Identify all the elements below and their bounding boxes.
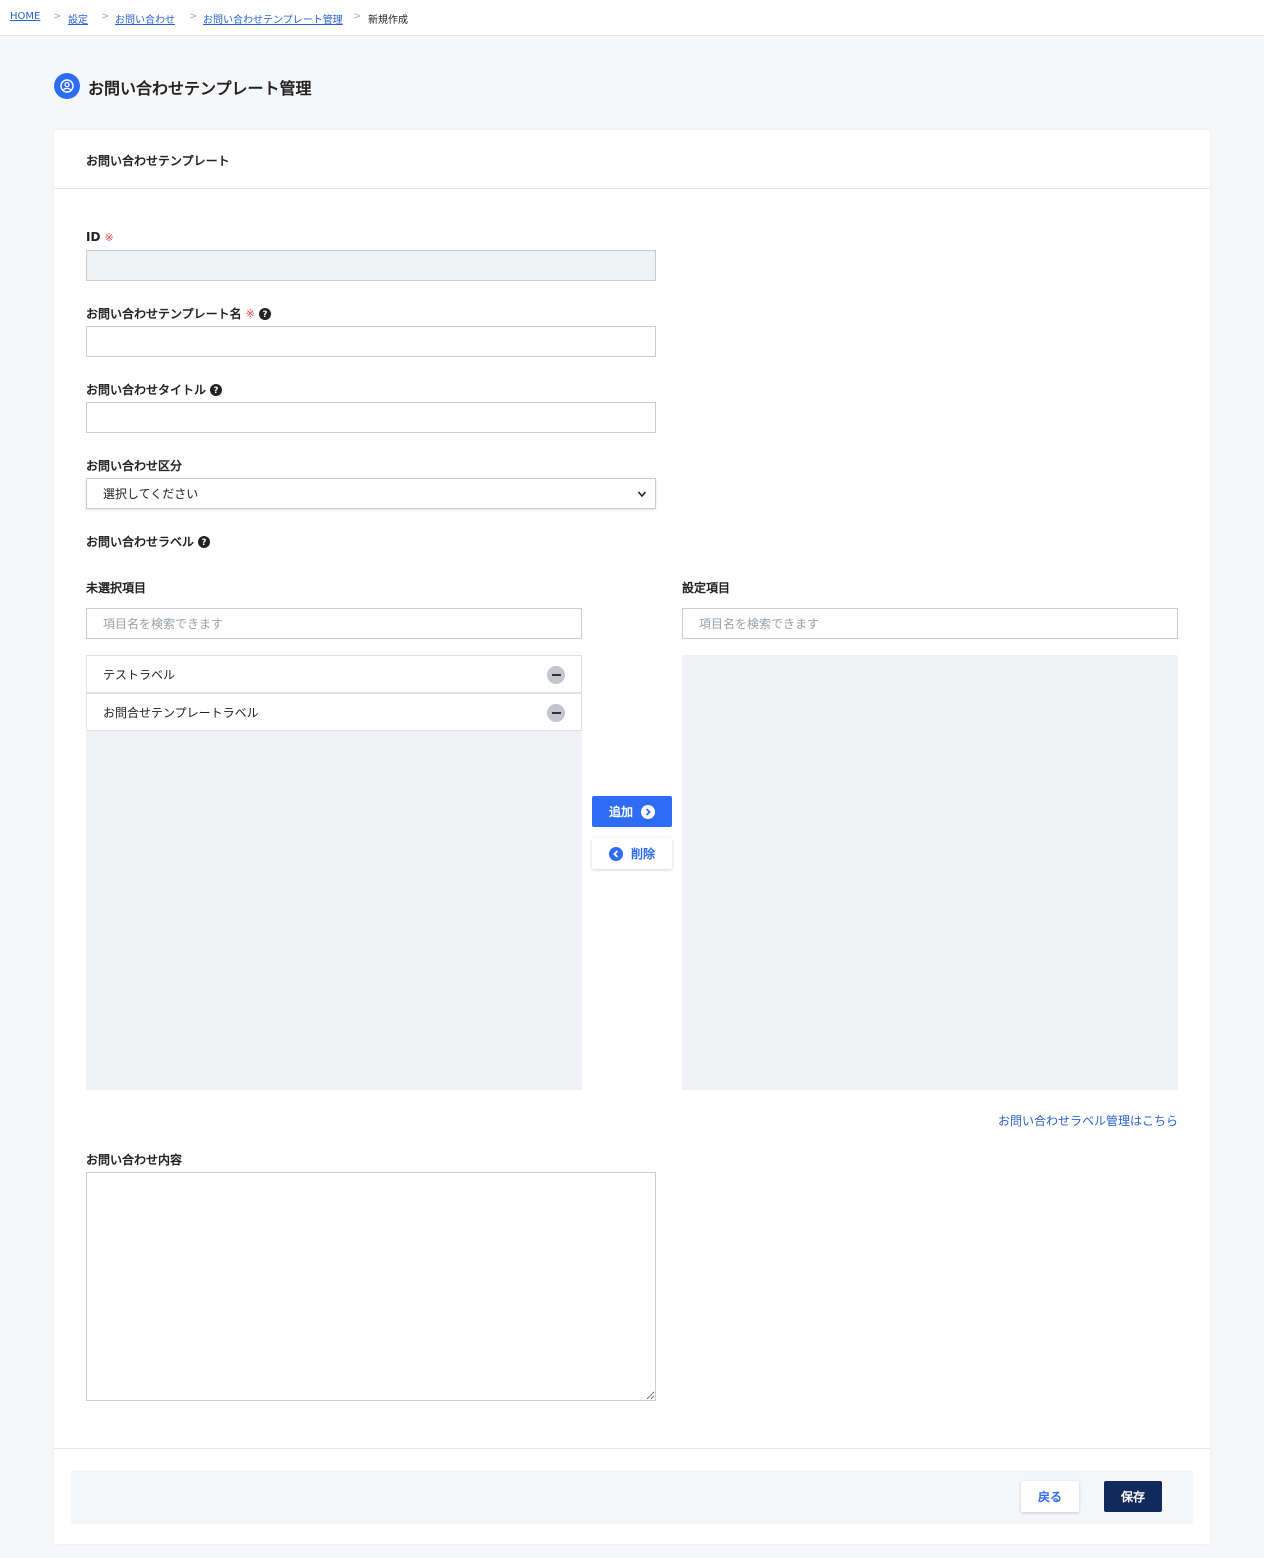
category-label: お問い合わせ区分 [86,457,182,474]
footer-divider [54,1448,1210,1449]
svg-text:?: ? [202,538,207,548]
breadcrumb-current: 新規作成 [368,15,408,26]
list-item-label: お問合せテンプレートラベル [103,705,259,720]
minus-circle-icon[interactable] [547,666,565,684]
unselected-items-title: 未選択項目 [86,581,147,595]
inquiry-title-field[interactable] [86,402,656,433]
remove-button[interactable]: 削除 [592,838,672,869]
category-select[interactable]: 選択してください [86,478,656,509]
chevron-right-circle-icon [641,804,655,819]
selected-search-input[interactable] [682,608,1178,639]
breadcrumb-template-link[interactable]: お問い合わせテンプレート管理 [203,11,343,26]
breadcrumb-inquiry-link[interactable]: お問い合わせ [115,11,175,26]
required-mark: ※ [245,307,255,320]
svg-text:?: ? [262,310,267,320]
category-label-text: お問い合わせ区分 [86,459,183,473]
save-button[interactable]: 保存 [1104,1481,1162,1512]
breadcrumb-separator: > [101,11,110,22]
content-label: お問い合わせ内容 [86,1153,183,1167]
required-mark: ※ [104,230,114,244]
label-management-link[interactable]: お問い合わせラベル管理はこちら [998,1112,1178,1129]
add-button[interactable]: 追加 [592,796,672,827]
id-label-text: ID [86,230,101,244]
selected-items-title: 設定項目 [682,581,731,595]
remove-button-label: 削除 [630,847,655,861]
breadcrumb-separator: > [353,11,362,22]
list-item[interactable]: お問合せテンプレートラベル [86,693,582,731]
minus-circle-icon[interactable] [547,704,565,722]
page-title: お問い合わせテンプレート管理 [88,79,312,98]
template-name-field[interactable] [86,326,656,357]
back-button[interactable]: 戻る [1021,1481,1079,1512]
template-name-label-text: お問い合わせテンプレート名 [86,307,242,321]
breadcrumb-separator: > [189,11,198,22]
labels-label-text: お問い合わせラベル [86,535,195,549]
list-item[interactable]: テストラベル [86,655,582,693]
chevron-left-circle-icon [608,846,623,861]
question-circle-icon[interactable]: ? [258,307,271,320]
question-circle-icon[interactable]: ? [198,535,211,548]
card-header: お問い合わせテンプレート [54,130,1210,189]
add-button-label: 追加 [608,805,633,819]
list-item-label: テストラベル [103,667,176,682]
template-name-label: お問い合わせテンプレート名 ※ ? [86,305,271,322]
inquiry-title-label: お問い合わせタイトル ? [86,381,223,398]
svg-text:?: ? [214,386,219,396]
chevron-down-icon [637,491,647,498]
unselected-items-list: テストラベル お問合せテンプレートラベル [86,655,582,1090]
breadcrumb-home-link[interactable]: HOME [10,11,40,22]
id-field[interactable] [86,250,656,281]
content-textarea[interactable] [86,1172,656,1401]
breadcrumb-settings-link[interactable]: 設定 [68,11,88,26]
breadcrumb-separator: > [53,11,62,22]
inquiry-title-label-text: お問い合わせタイトル [86,383,207,397]
selected-items-list [682,655,1178,1090]
id-label: ID ※ [86,230,114,244]
unselected-search-input[interactable] [86,608,582,639]
user-circle-icon [54,73,80,99]
breadcrumb: HOME > 設定 > お問い合わせ > お問い合わせテンプレート管理 > 新規… [0,0,1264,36]
category-selected-value: 選択してください [103,487,199,501]
footer-actions: 戻る 保存 [71,1470,1193,1524]
labels-label: お問い合わせラベル ? [86,533,211,550]
question-circle-icon[interactable]: ? [210,383,223,396]
template-form-card: お問い合わせテンプレート ID ※ お問い合わせテンプレート名 ※ ? お問い合… [54,130,1210,1544]
card-title: お問い合わせテンプレート [86,154,230,168]
